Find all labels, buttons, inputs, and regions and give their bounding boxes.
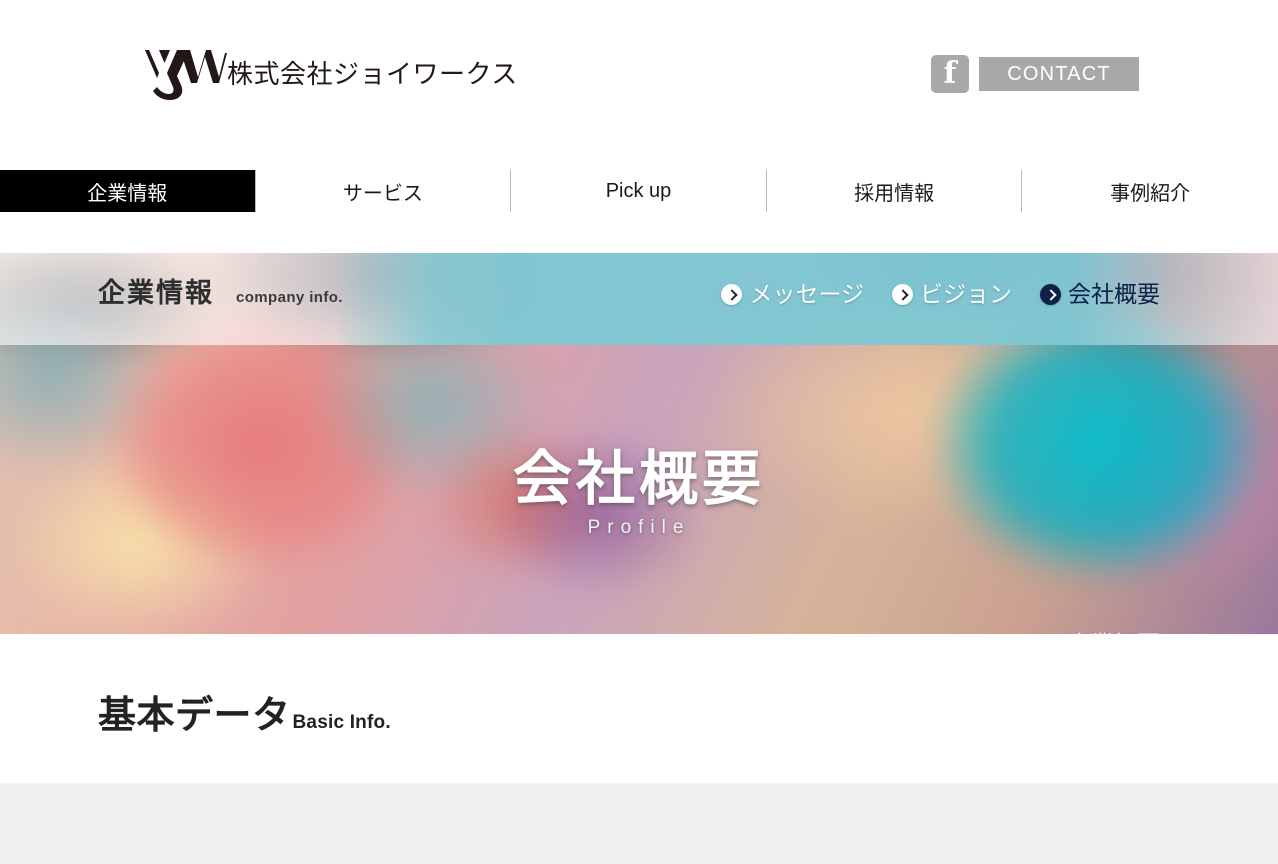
site-header: 株式会社ジョイワークス f CONTACT bbox=[0, 0, 1278, 152]
nav-item-case-studies[interactable]: 事例紹介 bbox=[1022, 170, 1278, 212]
facebook-glyph: f bbox=[943, 56, 957, 91]
hero-title-block: 会社概要 Profile bbox=[0, 446, 1278, 539]
hero-subnav-title: 企業情報 company info. bbox=[98, 277, 343, 309]
yw-monogram-logo-icon bbox=[133, 47, 227, 103]
subnav-link-label: ビジョン bbox=[920, 281, 1012, 307]
nav-item-recruit[interactable]: 採用情報 bbox=[767, 170, 1023, 212]
brand-logo-link[interactable]: 株式会社ジョイワークス bbox=[133, 47, 518, 103]
hero-banner: 企業情報 company info. メッセージ ビジョン 会社概要 事業概要 … bbox=[0, 253, 1278, 634]
basic-info-section: 基本データ Basic Info. bbox=[0, 634, 1278, 783]
subnav-link-vision[interactable]: ビジョン bbox=[892, 283, 1012, 306]
contact-button[interactable]: CONTACT bbox=[979, 57, 1139, 91]
global-navigation: 企業情報 サービス Pick up 採用情報 事例紹介 bbox=[0, 152, 1278, 253]
nav-item-company-info[interactable]: 企業情報 bbox=[0, 170, 256, 212]
hero-sub-navigation: 企業情報 company info. メッセージ ビジョン 会社概要 bbox=[0, 253, 1278, 345]
subnav-link-label: メッセージ bbox=[749, 281, 864, 307]
hero-title-en: Profile bbox=[587, 516, 691, 538]
basic-info-heading: 基本データ Basic Info. bbox=[98, 697, 391, 735]
global-nav-list: 企業情報 サービス Pick up 採用情報 事例紹介 bbox=[0, 170, 1278, 212]
hero-secondary-link-row: 事業概要 bbox=[1040, 633, 1160, 635]
lower-gray-panel bbox=[0, 783, 1278, 864]
chevron-right-circle-icon bbox=[892, 284, 913, 305]
chevron-right-circle-icon bbox=[721, 284, 743, 305]
hero-title-ja: 会社概要 bbox=[512, 446, 765, 512]
hero-subnav-title-ja: 企業情報 bbox=[98, 278, 214, 308]
subnav-link-label: 事業概要 bbox=[1068, 633, 1160, 635]
basic-info-heading-en: Basic Info. bbox=[292, 712, 391, 733]
subnav-link-label: 会社概要 bbox=[1068, 281, 1160, 307]
basic-info-heading-ja: 基本データ bbox=[98, 695, 291, 737]
nav-item-pickup[interactable]: Pick up bbox=[511, 170, 767, 212]
brand-company-name: 株式会社ジョイワークス bbox=[227, 60, 518, 90]
facebook-icon[interactable]: f bbox=[931, 55, 969, 93]
hero-subnav-title-en: company info. bbox=[236, 289, 343, 306]
header-utility-group: f CONTACT bbox=[931, 55, 1139, 93]
chevron-right-circle-icon bbox=[1040, 284, 1061, 305]
subnav-link-message[interactable]: メッセージ bbox=[721, 283, 864, 306]
hero-subnav-link-list: メッセージ ビジョン 会社概要 bbox=[721, 283, 1160, 306]
subnav-link-profile[interactable]: 会社概要 bbox=[1040, 283, 1160, 306]
nav-item-service[interactable]: サービス bbox=[256, 170, 512, 212]
subnav-link-business-overview[interactable]: 事業概要 bbox=[1040, 633, 1160, 635]
